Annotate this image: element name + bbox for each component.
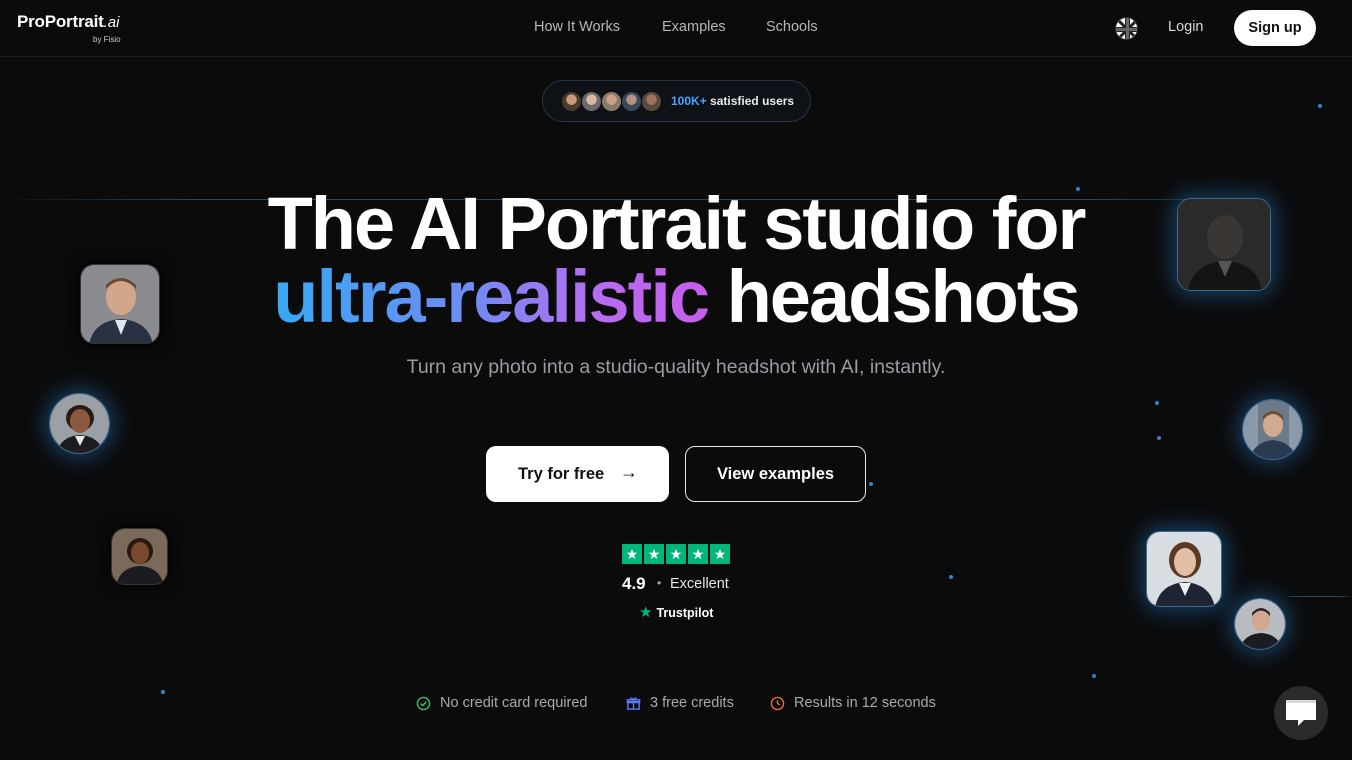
satisfied-users-badge: 100K+ satisfied users <box>542 80 811 122</box>
decorative-dot <box>869 482 873 486</box>
decorative-dot <box>1155 401 1159 405</box>
star-icon: ★ <box>622 544 642 564</box>
decorative-dot <box>1157 436 1161 440</box>
chat-widget-button[interactable] <box>1274 686 1328 740</box>
feature-results-speed: Results in 12 seconds <box>770 695 940 713</box>
avatar <box>641 91 662 112</box>
trustpilot-name: Trustpilot <box>656 606 714 620</box>
portrait-image <box>1234 598 1286 650</box>
nav-link-examples[interactable]: Examples <box>662 19 726 35</box>
portrait-image <box>49 393 110 454</box>
logo-suffix: .ai <box>103 14 120 31</box>
hero-title-line-1: The AI Portrait studio for <box>267 182 1087 265</box>
hero-title-line-2: ultra-realistic headshots <box>0 260 1352 334</box>
hero-subtitle: Turn any photo into a studio-quality hea… <box>406 356 946 378</box>
feature-text: 3 free credits <box>650 695 734 711</box>
trustpilot-logo[interactable]: ★ Trustpilot <box>639 603 713 621</box>
chat-bubble-icon <box>1286 700 1316 726</box>
decorative-dot <box>949 575 953 579</box>
gift-icon <box>626 697 641 710</box>
try-for-free-button[interactable]: Try for free → <box>486 446 669 502</box>
clock-icon <box>770 696 785 711</box>
hero-highlight: ultra-realistic <box>273 255 710 338</box>
portrait-image <box>80 264 160 344</box>
feature-text: Results in 12 seconds <box>794 695 936 711</box>
rating-separator: • <box>657 576 662 590</box>
rating-label: Excellent <box>670 576 729 592</box>
hero-title-rest: headshots <box>708 255 1081 338</box>
decorative-dot <box>161 690 165 694</box>
users-count-text: 100K+ satisfied users <box>671 94 794 108</box>
logo[interactable]: ProPortrait.ai by Fisio <box>17 12 121 44</box>
uk-flag-icon[interactable] <box>1115 17 1138 40</box>
star-icon: ★ <box>644 544 664 564</box>
logo-byline: by Fisio <box>93 35 121 44</box>
trustpilot-star-icon: ★ <box>639 604 653 621</box>
portrait-image <box>1177 198 1271 291</box>
rating-score: 4.9 <box>622 574 646 593</box>
avatar <box>601 91 622 112</box>
portrait-image <box>1146 531 1222 607</box>
users-count: 100K+ <box>671 94 707 108</box>
feature-text: No credit card required <box>440 695 588 711</box>
feature-free-credits: 3 free credits <box>626 695 746 713</box>
arrow-right-icon: → <box>620 462 638 482</box>
decorative-line <box>1285 596 1352 597</box>
users-label: satisfied users <box>710 94 795 108</box>
nav-link-how-it-works[interactable]: How It Works <box>534 19 620 35</box>
avatar <box>581 91 602 112</box>
nav-link-schools[interactable]: Schools <box>766 19 818 35</box>
portrait-image <box>1242 399 1303 460</box>
check-circle-icon <box>416 696 431 711</box>
decorative-dot <box>1318 104 1322 108</box>
try-for-free-label: Try for free <box>518 465 605 483</box>
decorative-dot <box>1092 674 1096 678</box>
top-navigation: ProPortrait.ai by Fisio How It Works Exa… <box>0 0 1352 57</box>
star-icon: ★ <box>688 544 708 564</box>
portrait-image <box>111 528 168 585</box>
signup-button[interactable]: Sign up <box>1234 10 1316 46</box>
star-icon: ★ <box>710 544 730 564</box>
feature-no-credit-card: No credit card required <box>416 695 596 713</box>
star-icon: ★ <box>666 544 686 564</box>
login-link[interactable]: Login <box>1168 19 1203 35</box>
avatar <box>621 91 642 112</box>
logo-name: ProPortrait <box>17 12 104 31</box>
view-examples-button[interactable]: View examples <box>685 446 866 502</box>
avatar <box>561 91 582 112</box>
